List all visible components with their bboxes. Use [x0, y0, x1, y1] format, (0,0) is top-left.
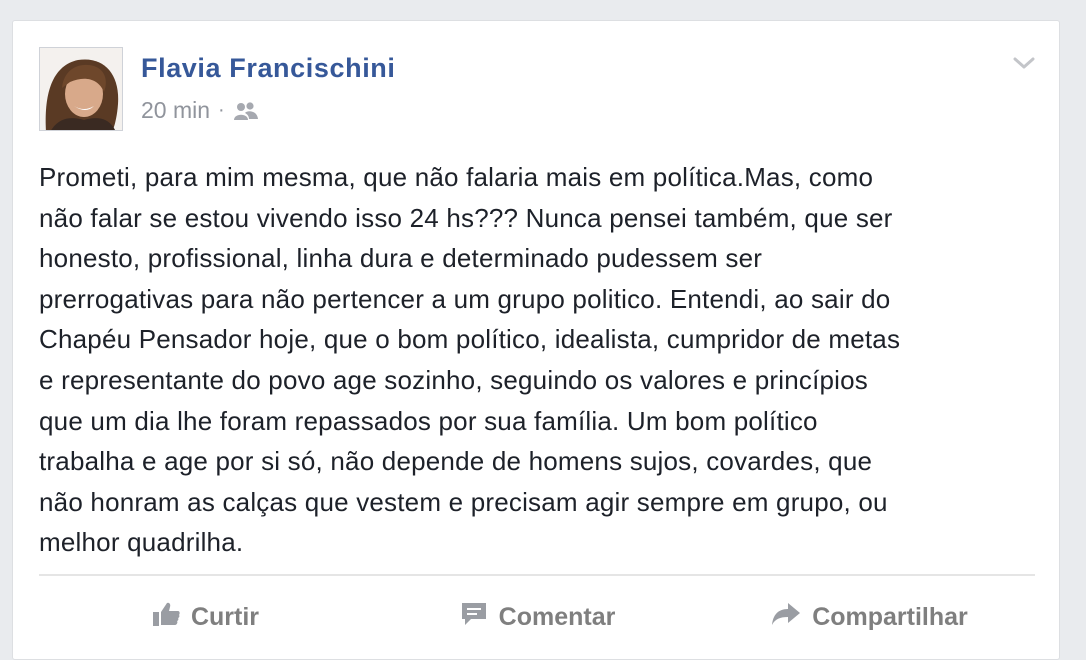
- post-text-line: não honram as calças que vestem e precis…: [39, 486, 888, 517]
- avatar[interactable]: [39, 47, 123, 131]
- friends-icon[interactable]: [233, 101, 259, 121]
- post-text-line: prerrogativas para não pertencer a um gr…: [39, 283, 891, 314]
- meta-separator: ·: [218, 99, 225, 121]
- divider: [39, 574, 1035, 576]
- share-icon: [770, 600, 802, 635]
- post-text-line: melhor quadrilha.: [39, 527, 244, 558]
- like-button[interactable]: Curtir: [39, 600, 371, 635]
- share-label: Compartilhar: [812, 602, 968, 631]
- post-text-line: Prometi, para mim mesma, que não falaria…: [39, 162, 874, 192]
- comment-label: Comentar: [498, 602, 616, 631]
- like-label: Curtir: [190, 602, 260, 631]
- post-text-line: honesto, profissional, linha dura e dete…: [39, 243, 763, 274]
- comment-icon: [459, 600, 489, 635]
- author-name[interactable]: Flavia Francischini: [141, 53, 396, 84]
- chevron-down-icon[interactable]: [1011, 53, 1037, 73]
- avatar-photo: [40, 48, 122, 130]
- post-text-line: Chapéu Pensador hoje, que o bom político…: [39, 324, 901, 355]
- timestamp[interactable]: 20 min: [141, 97, 210, 124]
- post-text-line: não falar se estou vivendo isso 24 hs???…: [39, 202, 893, 233]
- comment-button[interactable]: Comentar: [371, 600, 703, 635]
- post-text-line: trabalha e age por si só, não depende de…: [39, 446, 873, 477]
- post-text-line: e representante do povo age sozinho, seg…: [39, 364, 869, 395]
- post-text: Prometi, para mim mesma, que não falaria…: [39, 157, 1035, 563]
- post-card: Flavia Francischini 20 min · Prometi, pa…: [12, 20, 1060, 660]
- post-meta: 20 min ·: [141, 97, 259, 124]
- post-text-line: que um dia lhe foram repassados por sua …: [39, 405, 818, 436]
- thumbs-up-icon: [151, 600, 181, 635]
- share-button[interactable]: Compartilhar: [703, 600, 1035, 635]
- post-actions: Curtir Comentar Compartilhar: [39, 589, 1035, 645]
